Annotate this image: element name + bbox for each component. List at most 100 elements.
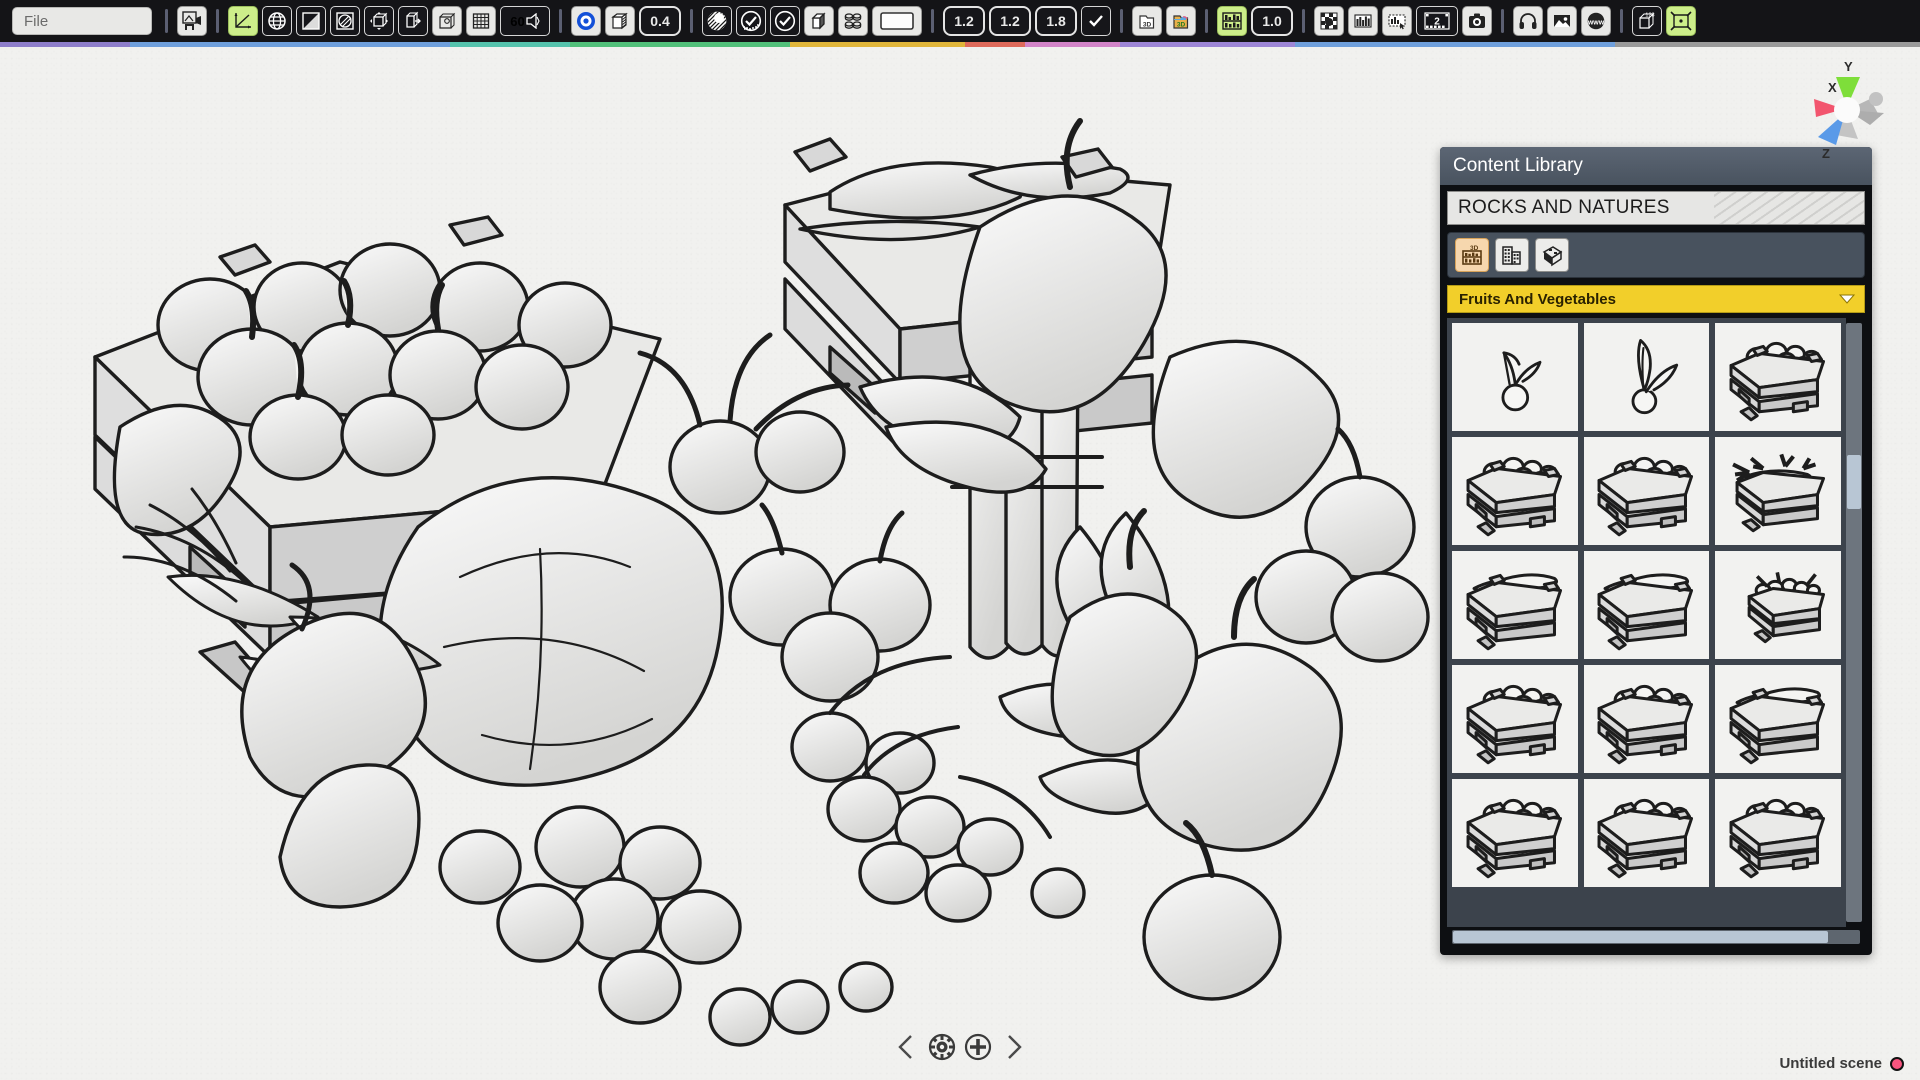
export-3d-button[interactable]: 3D <box>1166 6 1196 36</box>
save-render-button[interactable] <box>177 6 207 36</box>
thumbnail-crate-peppers[interactable] <box>1715 665 1841 774</box>
prev-frame-button[interactable] <box>891 1032 921 1062</box>
thumbnail-crate-potatoes-a[interactable] <box>1452 665 1578 774</box>
shading-sphere-button[interactable] <box>702 6 732 36</box>
audio-button[interactable] <box>1513 6 1543 36</box>
toolbar-separator <box>690 9 693 33</box>
viewport-3d[interactable]: X Y Z Content Library ROCKS AND NATURES <box>0 47 1920 1080</box>
category-label: Fruits And Vegetables <box>1459 290 1616 308</box>
sphere-hatch-button[interactable] <box>330 6 360 36</box>
line-weight-a-button[interactable]: 1.2 <box>943 6 985 36</box>
panel-body: ROCKS AND NATURES 3D Fruits And Vegetabl… <box>1440 185 1872 955</box>
gizmo-x-label: X <box>1828 80 1837 95</box>
thumbnail-crate-cucumbers-a[interactable] <box>1452 551 1578 660</box>
gradient-button[interactable] <box>296 6 326 36</box>
tab-buildings[interactable] <box>1495 238 1529 272</box>
tab-3d-models[interactable]: 3D <box>1455 238 1489 272</box>
perspective-button[interactable] <box>432 6 462 36</box>
content-library-panel[interactable]: Content Library ROCKS AND NATURES 3D Fru… <box>1440 147 1872 955</box>
svg-text:2: 2 <box>1434 17 1440 28</box>
render-progress-strip <box>0 42 1920 47</box>
toolbar-separator <box>1620 9 1623 33</box>
horizontal-scrollbar-thumb[interactable] <box>1453 931 1829 943</box>
line-weight-c-label: 1.8 <box>1046 13 1066 29</box>
scene-name-label: Untitled scene <box>1779 1055 1882 1072</box>
thumbnail-crate-apples-c[interactable] <box>1583 437 1710 546</box>
check-button[interactable] <box>770 6 800 36</box>
bounding-box-button[interactable] <box>1666 6 1696 36</box>
thumbnail-crate-row5-b[interactable] <box>1583 779 1710 888</box>
line-weight-b-button[interactable]: 1.2 <box>989 6 1031 36</box>
svg-text:3D: 3D <box>1470 245 1479 252</box>
library-path-label: ROCKS AND NATURES <box>1458 197 1670 218</box>
line-weight-a-label: 1.2 <box>954 13 974 29</box>
toolbar-separator <box>1302 9 1305 33</box>
scale-value-button[interactable]: 1.0 <box>1251 6 1293 36</box>
thumbnail-crate-potatoes-b[interactable] <box>1583 665 1710 774</box>
thumbnail-crate-apples-b[interactable] <box>1452 437 1578 546</box>
check-dotted-button[interactable] <box>736 6 766 36</box>
path-hatch-decor <box>1714 192 1864 224</box>
thumbnail-radish-b[interactable] <box>1583 323 1710 432</box>
library-path-field[interactable]: ROCKS AND NATURES <box>1447 191 1865 225</box>
toolbar-separator <box>1205 9 1208 33</box>
image-button[interactable] <box>1547 6 1577 36</box>
axes-toggle-button[interactable] <box>228 6 258 36</box>
timeline-button[interactable] <box>1382 6 1412 36</box>
extrude-button[interactable] <box>398 6 428 36</box>
fps-button[interactable]: 60 <box>500 6 550 36</box>
numeric-cube-button[interactable]: 123 <box>1632 6 1662 36</box>
chevron-down-icon[interactable] <box>1838 291 1856 308</box>
color-strip-segment-1 <box>130 42 450 47</box>
color-strip-segment-3 <box>570 42 790 47</box>
thumbnail-crate-garlic[interactable] <box>1715 551 1841 660</box>
thumbnail-crate-row5-c[interactable] <box>1715 779 1841 888</box>
grid-button[interactable] <box>466 6 496 36</box>
horizontal-scrollbar[interactable] <box>1452 930 1860 944</box>
palette-button[interactable] <box>1348 6 1378 36</box>
threshold-value-button[interactable]: 0.4 <box>639 6 681 36</box>
toolbar-separator <box>931 9 934 33</box>
svg-text:123: 123 <box>1645 13 1654 19</box>
svg-text:www: www <box>1587 20 1605 27</box>
thumbnail-crate-carrots[interactable] <box>1715 437 1841 546</box>
transform-button[interactable] <box>364 6 394 36</box>
thumbnail-radish-a[interactable] <box>1452 323 1578 432</box>
import-3d-button[interactable]: 3D <box>1132 6 1162 36</box>
tab-materials[interactable] <box>1535 238 1569 272</box>
toolbar-separator <box>1120 9 1123 33</box>
stack-dots-button[interactable] <box>838 6 868 36</box>
svg-text:3D: 3D <box>1177 22 1186 29</box>
frame-2-button[interactable]: 2 <box>1416 6 1458 36</box>
camera-button[interactable] <box>1462 6 1492 36</box>
vertical-scrollbar-thumb[interactable] <box>1847 454 1861 509</box>
add-keyframe-button[interactable] <box>963 1032 993 1062</box>
line-weight-b-label: 1.2 <box>1000 13 1020 29</box>
toolbar-separator <box>216 9 219 33</box>
confirm-button[interactable] <box>1081 6 1111 36</box>
solid-cube-button[interactable] <box>804 6 834 36</box>
canvas-button[interactable] <box>872 6 922 36</box>
globe-button[interactable] <box>262 6 292 36</box>
file-field[interactable]: File <box>12 7 152 35</box>
settings-gear-button[interactable] <box>927 1032 957 1062</box>
next-frame-button[interactable] <box>999 1032 1029 1062</box>
thumbnail-crate-cucumbers-b[interactable] <box>1583 551 1710 660</box>
threshold-label: 0.4 <box>650 13 670 29</box>
box-hatch-button[interactable] <box>605 6 635 36</box>
line-weight-c-button[interactable]: 1.8 <box>1035 6 1077 36</box>
category-header[interactable]: Fruits And Vegetables <box>1447 285 1865 313</box>
record-status-indicator[interactable] <box>1890 1056 1904 1071</box>
checker-button[interactable] <box>1314 6 1344 36</box>
target-button[interactable] <box>571 6 601 36</box>
web-button[interactable]: www <box>1581 6 1611 36</box>
navigation-gizmo[interactable]: X Y Z <box>1792 55 1902 165</box>
scale-label: 1.0 <box>1262 13 1282 29</box>
thumbnail-crate-row5-a[interactable] <box>1452 779 1578 888</box>
vertical-scrollbar[interactable] <box>1846 323 1862 922</box>
color-strip-segment-8 <box>1295 42 1615 47</box>
thumbnail-grid[interactable] <box>1447 318 1846 927</box>
library-panel-button[interactable] <box>1217 6 1247 36</box>
thumbnail-crate-apples-a[interactable] <box>1715 323 1841 432</box>
color-strip-segment-0 <box>0 42 130 47</box>
